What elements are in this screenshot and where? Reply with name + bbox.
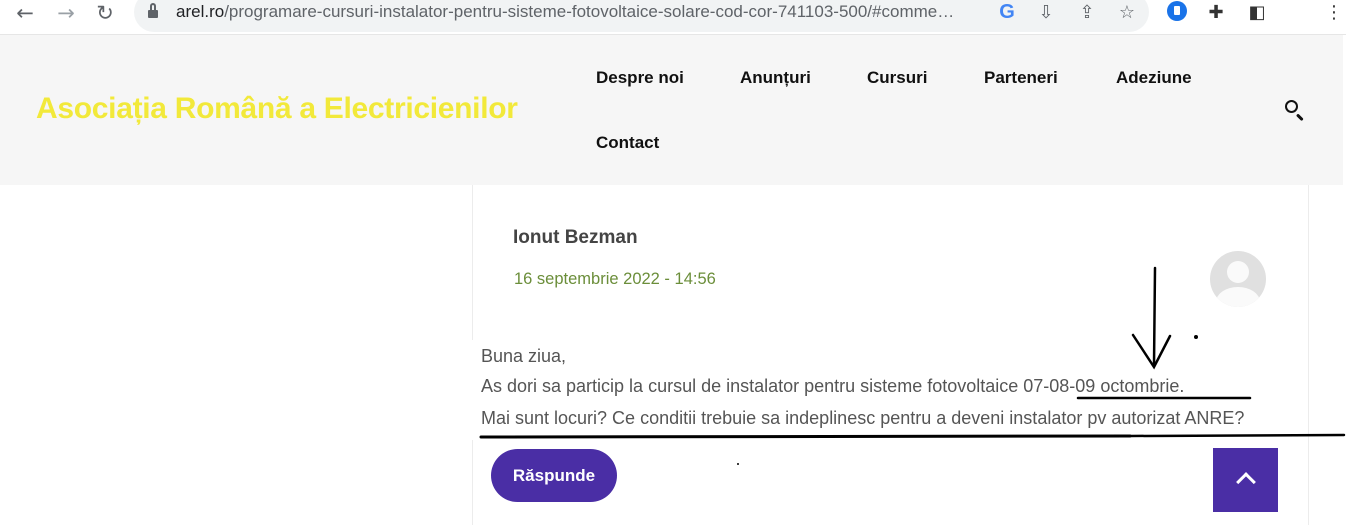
install-icon[interactable]: ⇩ — [1034, 0, 1058, 24]
puzzle-icon[interactable]: ✚ — [1204, 0, 1228, 24]
comment-date[interactable]: 16 septembrie 2022 - 14:56 — [514, 270, 716, 289]
site-logo[interactable]: Asociația Română a Electricienilor — [36, 92, 518, 126]
forward-arrow-icon[interactable]: → — [53, 0, 79, 26]
comment-line-2: As dori sa particip la cursul de instala… — [481, 376, 1185, 396]
menu-item-despre-noi[interactable]: Despre noi — [596, 68, 684, 88]
lock-icon[interactable] — [148, 3, 158, 19]
redaction-patch — [1272, 0, 1328, 34]
share-icon[interactable]: ⇪ — [1075, 0, 1099, 24]
menu-item-adeziune[interactable]: Adeziune — [1116, 68, 1192, 88]
comment-author: Ionut Bezman — [513, 227, 638, 248]
reload-icon[interactable]: ↻ — [92, 0, 118, 26]
reply-button[interactable]: Răspunde — [491, 449, 617, 502]
sidepanel-icon[interactable]: ◧ — [1245, 0, 1269, 24]
url-host: arel.ro — [176, 2, 225, 21]
search-icon[interactable] — [1284, 99, 1306, 122]
menu-item-cursuri[interactable]: Cursuri — [867, 68, 927, 88]
url-text[interactable]: arel.ro/programare-cursuri-instalator-pe… — [176, 0, 986, 24]
menu-item-anunturi[interactable]: Anunțuri — [740, 68, 811, 88]
comment-line-3: Mai sunt locuri? Ce conditii trebuie sa … — [481, 408, 1245, 428]
kebab-menu-icon[interactable]: ⋮ — [1322, 0, 1346, 24]
chevron-up-icon — [1236, 472, 1256, 492]
back-arrow-icon[interactable]: ← — [12, 0, 38, 26]
extension-blue-icon[interactable] — [1167, 1, 1187, 21]
menu-item-parteneri[interactable]: Parteneri — [984, 68, 1058, 88]
scroll-to-top-button[interactable] — [1213, 448, 1278, 512]
comment-line-1: Buna ziua, — [481, 346, 567, 366]
url-path: /programare-cursuri-instalator-pentru-si… — [224, 2, 955, 21]
menu-item-contact[interactable]: Contact — [596, 133, 659, 153]
star-icon[interactable]: ☆ — [1115, 0, 1139, 24]
google-icon[interactable]: G — [995, 0, 1019, 24]
avatar — [1210, 251, 1266, 307]
browser-toolbar: ← → ↻ arel.ro/programare-cursuri-instala… — [0, 0, 1346, 35]
